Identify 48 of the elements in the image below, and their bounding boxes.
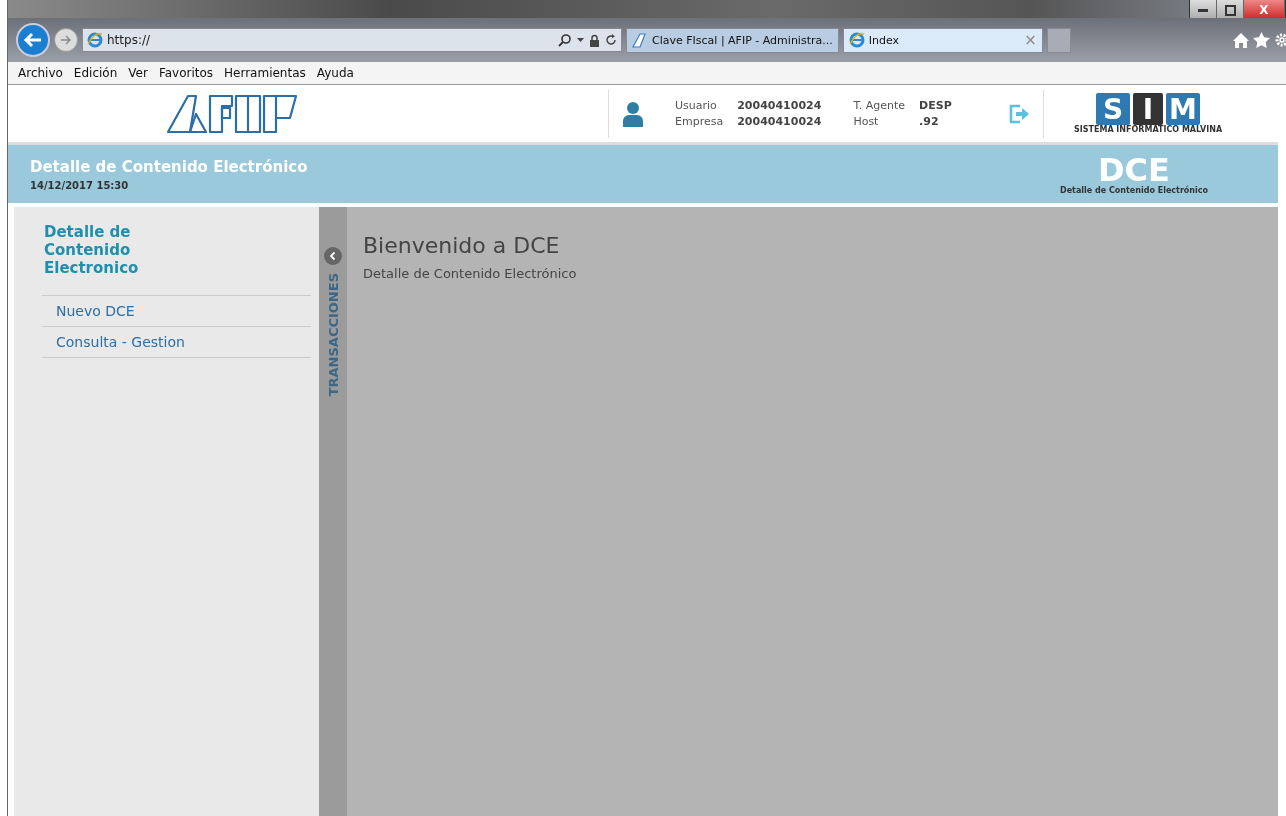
lock-icon [589,33,600,47]
browser-tab[interactable]: Clave FIscal | AFIP - Administra... [626,27,839,53]
field-label: Usuario [675,99,718,112]
forward-arrow-icon [60,35,72,45]
menu-item[interactable]: Ayuda [316,66,354,80]
refresh-icon[interactable] [605,34,617,46]
back-button[interactable] [16,23,50,57]
minimize-button[interactable] [1190,0,1217,20]
forward-button[interactable] [54,28,78,52]
menu-item[interactable]: Herramientas [224,66,306,80]
star-icon[interactable] [1253,32,1270,48]
menu-item[interactable]: Archivo [18,66,63,80]
sidebar-item[interactable]: Nuevo DCE [42,296,311,327]
field-value: 20040410024 [737,115,822,128]
app-acronym: DCE [1098,153,1170,186]
restore-button[interactable] [1217,0,1244,20]
user-icon [623,100,643,127]
field-label: Empresa [675,115,724,128]
sidebar-title: Detalle de Contenido Electronico [42,221,311,296]
collapse-icon[interactable] [324,247,342,265]
field-label: T. Agente [853,99,906,112]
close-window-button[interactable]: X [1244,0,1285,20]
logo-letter: I [1133,93,1164,125]
settings-icon[interactable] [1274,32,1286,48]
logo-letter: M [1166,93,1201,125]
caret-icon[interactable] [577,37,584,43]
date-time: 14/12/2017 15:30 [30,179,130,191]
welcome-heading: Bienvenido a DCE [363,233,561,258]
field-value: 20040410024 [737,99,822,112]
home-icon[interactable] [1233,32,1249,48]
address-bar[interactable]: https:// [82,28,622,52]
welcome-subtitle: Detalle de Contenido Electrónico [363,266,578,281]
field-value: .92 [919,115,940,128]
search-icon[interactable] [558,33,572,47]
browser-logo-icon [87,32,103,48]
field-value: DESP [919,99,952,112]
logo-letter: S [1096,93,1131,125]
sidebar-item[interactable]: Consulta - Gestion [42,327,311,358]
menu-item[interactable]: Ver [128,66,148,80]
browser-tab[interactable]: Index × [842,27,1043,53]
app-caption: Detalle de Contenido Electrónico [1060,185,1208,195]
field-label: Host [853,115,880,128]
back-arrow-icon [23,32,43,48]
page-title: Detalle de Contenido Electrónico [30,157,308,176]
logo-caption: SISTEMA INFORMÁTICO MALVINA [1074,125,1223,134]
menu-item[interactable]: Edición [73,66,118,80]
browser-logo-icon [848,32,865,48]
menu-item[interactable]: Favoritos [158,66,214,80]
